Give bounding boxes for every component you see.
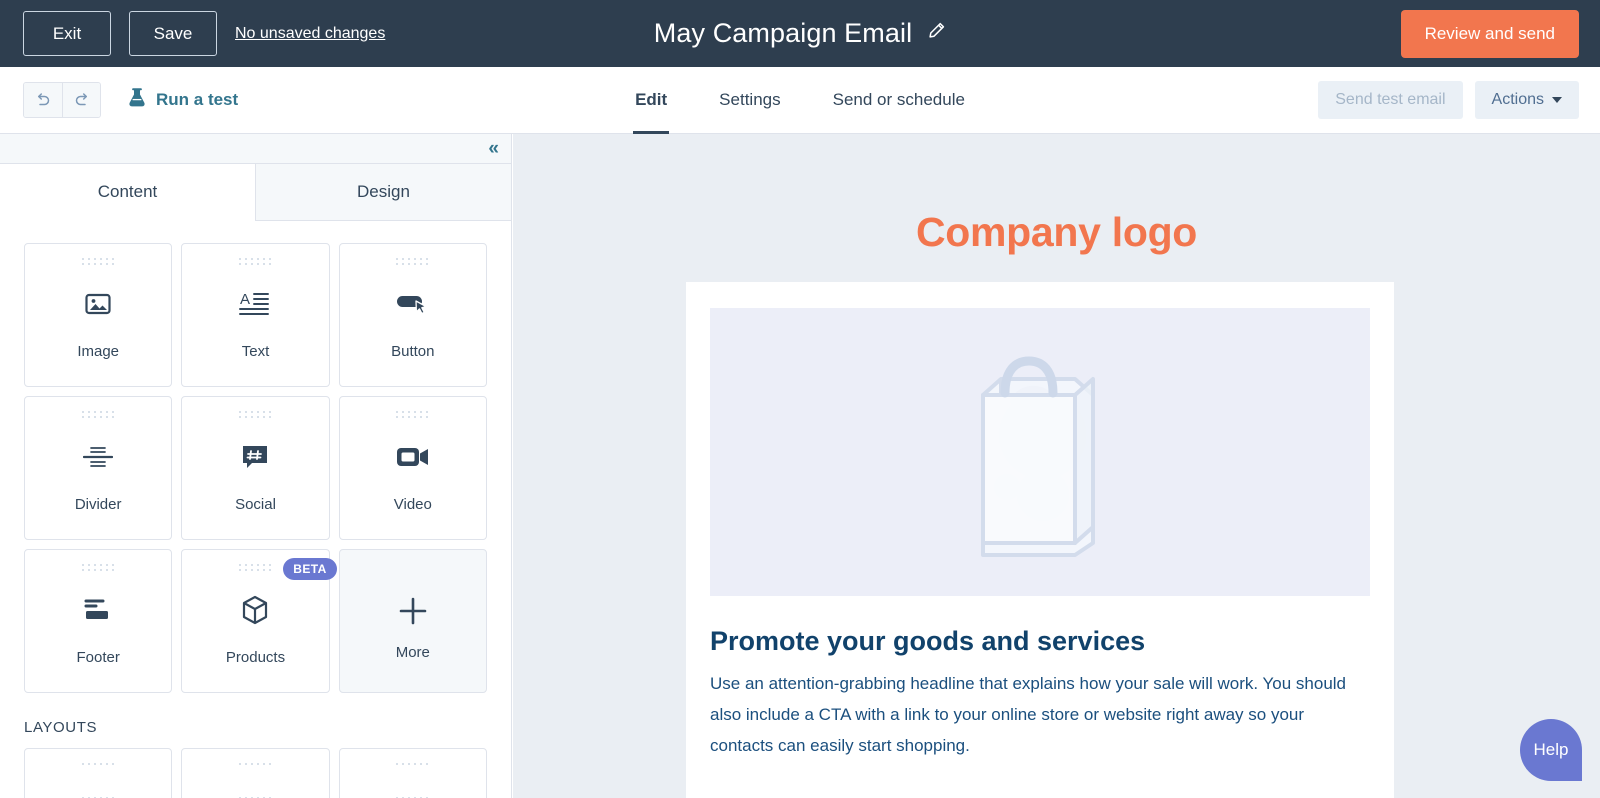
module-label-footer: Footer: [76, 649, 120, 666]
module-card-more[interactable]: More: [338, 549, 487, 693]
panel-tabs: Content Design: [0, 164, 511, 221]
module-card-divider[interactable]: Divider: [24, 396, 173, 540]
module-grid: Image A Text Button Divider Social Video…: [24, 243, 487, 693]
panel-body: Image A Text Button Divider Social Video…: [0, 221, 511, 798]
layout-grid: [24, 748, 487, 798]
module-label-social: Social: [235, 496, 276, 513]
divider-icon: [83, 418, 114, 496]
drag-handle-icon[interactable]: [396, 258, 429, 265]
layout-card[interactable]: [338, 748, 487, 798]
footer-icon: [83, 571, 113, 649]
panel-header: «: [0, 134, 511, 164]
tab-settings[interactable]: Settings: [693, 67, 806, 134]
module-card-text[interactable]: A Text: [181, 243, 330, 387]
panel-tab-content[interactable]: Content: [0, 164, 255, 221]
status-badge: BETA: [283, 558, 337, 580]
drag-handle-icon[interactable]: [81, 411, 115, 418]
products-icon: [239, 571, 271, 649]
top-bar: Exit Save No unsaved changes May Campaig…: [0, 0, 1600, 67]
review-and-send-button[interactable]: Review and send: [1400, 9, 1579, 58]
social-icon: [240, 418, 270, 496]
module-card-video[interactable]: Video: [338, 396, 487, 540]
module-label-button: Button: [391, 343, 435, 360]
module-label-divider: Divider: [74, 496, 122, 513]
drag-handle-icon[interactable]: [238, 763, 272, 798]
secondary-toolbar: Run a test Edit Settings Send or schedul…: [0, 67, 1600, 134]
content-panel: « Content Design Image A Text Button Div…: [0, 134, 512, 798]
module-label-more: More: [395, 643, 430, 661]
drag-handle-icon[interactable]: [81, 763, 115, 798]
drag-handle-icon[interactable]: [81, 564, 115, 571]
email-logo-text[interactable]: Company logo: [513, 134, 1600, 256]
layout-card[interactable]: [24, 748, 173, 798]
tab-send-or-schedule[interactable]: Send or schedule: [807, 67, 991, 134]
plus-icon: [398, 596, 428, 626]
top-bar-left-group: Exit Save No unsaved changes: [0, 11, 385, 56]
email-body-card: Promote your goods and services Use an a…: [686, 282, 1394, 798]
module-card-footer[interactable]: Footer: [24, 549, 173, 693]
button-icon: [396, 265, 430, 343]
module-card-products[interactable]: BETA Products: [181, 549, 337, 693]
tab-edit[interactable]: Edit: [609, 67, 693, 134]
module-card-button[interactable]: Button: [338, 243, 487, 387]
module-label-products: Products: [225, 649, 286, 666]
email-image-module[interactable]: [710, 308, 1370, 596]
email-body-text[interactable]: Use an attention-grabbing headline that …: [710, 669, 1370, 761]
drag-handle-icon[interactable]: [238, 411, 272, 418]
page-title: May Campaign Email: [653, 18, 913, 48]
panel-tab-design[interactable]: Design: [255, 164, 511, 221]
text-icon: A: [239, 265, 271, 343]
editor-tabs: Edit Settings Send or schedule: [0, 67, 1600, 134]
email-preview-canvas[interactable]: Company logo Promote your goods and serv…: [513, 134, 1600, 798]
drag-handle-icon[interactable]: [396, 763, 429, 798]
drag-handle-icon[interactable]: [238, 258, 272, 265]
module-card-image[interactable]: Image: [24, 243, 173, 387]
module-label-video: Video: [393, 496, 432, 513]
module-label-text: Text: [241, 343, 270, 360]
drag-handle-icon[interactable]: [396, 411, 429, 418]
pencil-icon[interactable]: [926, 21, 946, 46]
module-label-image: Image: [77, 343, 120, 360]
shopping-bag-icon: [925, 335, 1155, 570]
svg-text:A: A: [240, 291, 250, 308]
chevron-double-left-icon[interactable]: «: [488, 139, 498, 158]
module-card-social[interactable]: Social: [181, 396, 330, 540]
unsaved-changes-status[interactable]: No unsaved changes: [235, 25, 385, 43]
drag-handle-icon[interactable]: [238, 564, 272, 571]
save-button[interactable]: Save: [129, 11, 217, 56]
video-icon: [396, 418, 430, 496]
exit-button[interactable]: Exit: [23, 11, 111, 56]
email-heading[interactable]: Promote your goods and services: [710, 626, 1370, 657]
drag-handle-icon[interactable]: [81, 258, 115, 265]
layouts-section-heading: LAYOUTS: [24, 719, 98, 736]
image-icon: [83, 265, 113, 343]
layout-card[interactable]: [181, 748, 330, 798]
help-button[interactable]: Help: [1520, 719, 1582, 781]
top-bar-right-group: Review and send: [1400, 9, 1600, 58]
